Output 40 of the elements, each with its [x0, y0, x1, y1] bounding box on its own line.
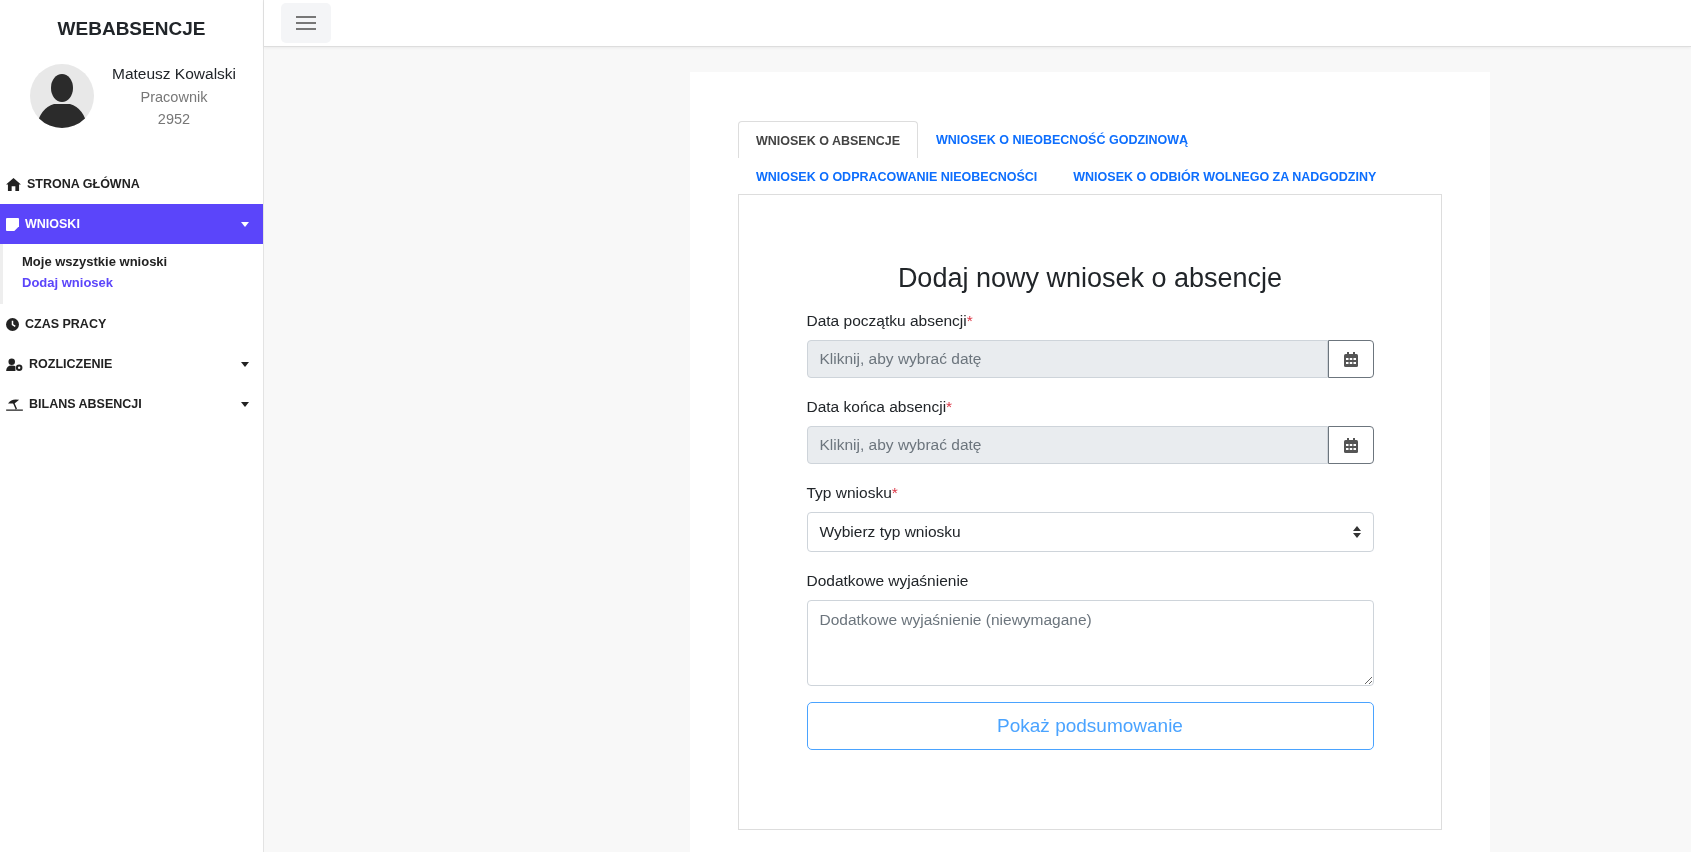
field-label: Data początku absencji* — [806, 312, 974, 330]
sort-arrows-icon — [1352, 526, 1361, 538]
user-role: Pracownik — [139, 89, 209, 105]
caret-icon — [241, 401, 249, 407]
tab[interactable]: WNIOSEK O ABSENCJE — [738, 121, 918, 158]
date-field[interactable]: Kliknij, aby wybrać datę — [806, 340, 1328, 378]
menu-button[interactable] — [281, 3, 331, 43]
tab[interactable]: WNIOSEK O NIEOBECNOŚĆ GODZINOWĄ — [918, 120, 1207, 157]
user-gear-icon — [6, 357, 23, 371]
type-select[interactable]: Wybierz typ wniosku — [806, 512, 1374, 552]
sidebar-item[interactable]: STRONA GŁÓWNA — [0, 164, 263, 204]
explanation-field[interactable]: Dodatkowe wyjaśnienie (niewymagane) — [806, 600, 1374, 686]
clock-icon — [6, 317, 19, 331]
tab[interactable]: WNIOSEK O ODBIÓR WOLNEGO ZA NADGODZINY — [1055, 157, 1395, 194]
submenu-item[interactable]: Moje wszystkie wnioski — [22, 254, 168, 269]
calendar-button[interactable] — [1327, 340, 1374, 378]
sidebar-item[interactable]: WNIOSKI — [0, 204, 263, 244]
field-label: Typ wniosku* — [806, 484, 899, 502]
field-label: Dodatkowe wyjaśnienie — [806, 572, 970, 590]
avatar-icon — [30, 64, 94, 128]
calendar-icon — [1343, 351, 1358, 367]
submenu-item[interactable]: Dodaj wniosek — [22, 275, 114, 290]
user-name: Mateusz Kowalski — [110, 65, 237, 83]
user-number: 2952 — [156, 111, 192, 127]
calendar-button[interactable] — [1327, 426, 1374, 464]
menu-icon — [296, 16, 316, 30]
date-field[interactable]: Kliknij, aby wybrać datę — [806, 426, 1328, 464]
sidebar-item[interactable]: CZAS PRACY — [0, 304, 263, 344]
caret-icon — [241, 221, 249, 227]
tab[interactable]: WNIOSEK O ODPRACOWANIE NIEOBECNOŚCI — [738, 157, 1056, 194]
note-icon — [6, 217, 19, 231]
sidebar-item[interactable]: BILANS ABSENCJI — [0, 384, 263, 424]
field-label: Data końca absencji* — [806, 398, 954, 416]
sidebar-item[interactable]: ROZLICZENIE — [0, 344, 263, 384]
calendar-icon — [1343, 437, 1358, 453]
form-title: Dodaj nowy wniosek o absencje — [896, 263, 1284, 294]
app-brand: WEBABSENCJE — [56, 17, 207, 41]
umbrella-icon — [6, 397, 23, 411]
home-icon — [6, 177, 21, 191]
caret-icon — [241, 361, 249, 367]
